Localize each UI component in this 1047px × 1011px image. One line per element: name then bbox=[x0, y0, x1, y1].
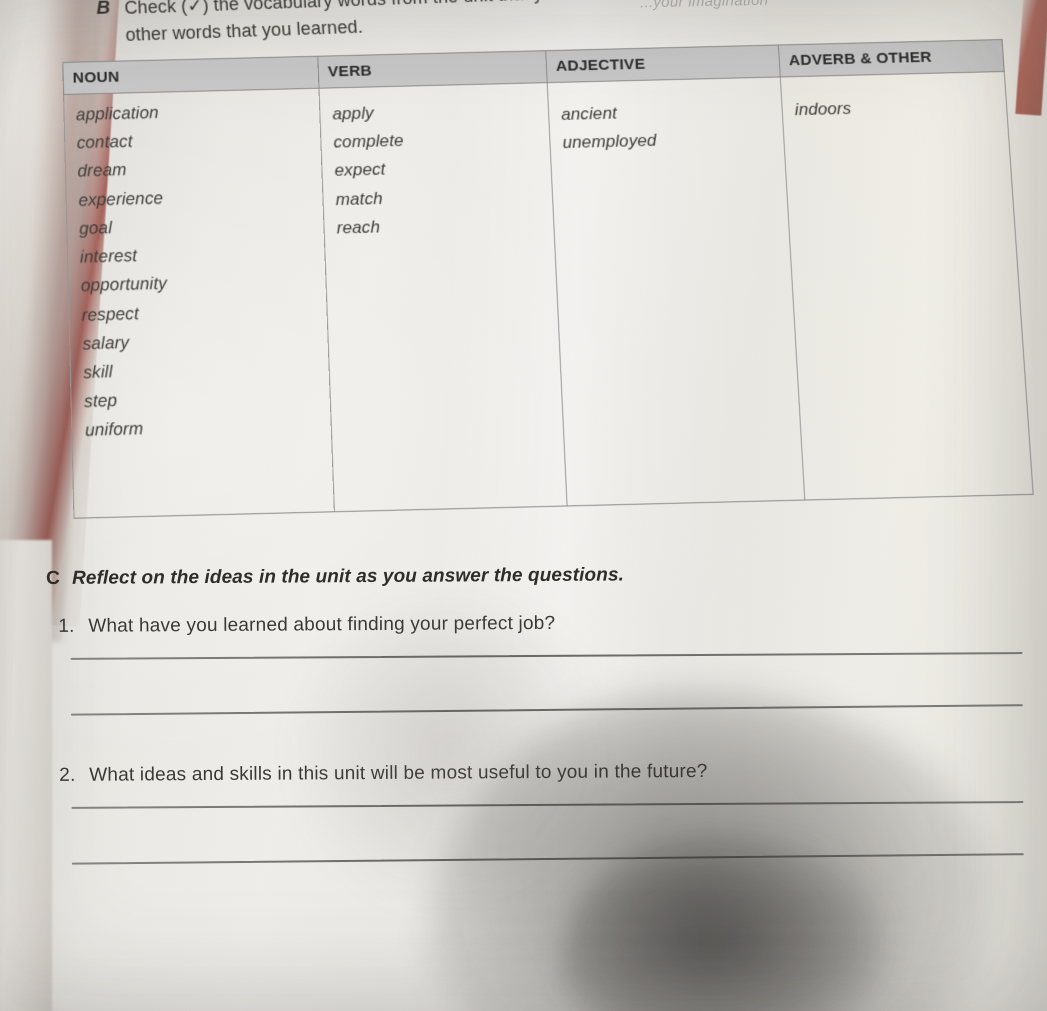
textbook-page-photo: ...your imagination B Check (✓) the voca… bbox=[0, 0, 1047, 1011]
answer-line[interactable] bbox=[70, 703, 1023, 715]
page-content: ...your imagination B Check (✓) the voca… bbox=[0, 0, 1047, 1011]
question-1: 1. What have you learned about finding y… bbox=[46, 610, 1006, 638]
noun-cell[interactable]: application contact dream experience goal int… bbox=[63, 88, 335, 519]
adjective-cell[interactable]: ancient unemployed bbox=[547, 76, 805, 506]
vocabulary-table: NOUN VERB ADJECTIVE ADVERB & OTHER appli… bbox=[62, 39, 1034, 519]
question-1-number: 1. bbox=[58, 615, 75, 637]
vocabulary-word[interactable]: unemployed bbox=[562, 124, 774, 158]
exercise-c-letter: C bbox=[46, 567, 60, 589]
answer-line[interactable] bbox=[71, 801, 1024, 809]
question-1-text: What have you learned about finding your… bbox=[88, 612, 556, 637]
answer-line[interactable] bbox=[71, 852, 1024, 864]
answer-line[interactable] bbox=[70, 652, 1023, 660]
verb-word-list: apply complete expect match reach bbox=[320, 89, 567, 517]
exercise-c: C Reflect on the ideas in the unit as you… bbox=[46, 562, 1024, 914]
vocabulary-word[interactable]: indoors bbox=[794, 91, 997, 124]
noun-word-list: application contact dream experience goal int… bbox=[63, 88, 334, 518]
table-row: application contact dream experience goal int… bbox=[63, 71, 1034, 519]
exercise-c-instructions: Reflect on the ideas in the unit as you … bbox=[71, 564, 625, 589]
adjective-word-list: ancient unemployed bbox=[548, 89, 805, 517]
exercise-c-heading: C Reflect on the ideas in the unit as you… bbox=[46, 562, 1006, 590]
vocabulary-word[interactable]: uniform bbox=[85, 410, 322, 446]
question-2-text: What ideas and skills in this unit will … bbox=[89, 760, 708, 786]
adverb-other-cell[interactable]: indoors bbox=[780, 71, 1034, 501]
question-1-answer-area[interactable] bbox=[47, 652, 1023, 715]
vocabulary-table-container: NOUN VERB ADJECTIVE ADVERB & OTHER appli… bbox=[62, 39, 1034, 550]
vocabulary-word[interactable]: reach bbox=[336, 209, 544, 243]
question-2-number: 2. bbox=[59, 764, 76, 786]
question-2-answer-area[interactable] bbox=[47, 801, 1024, 864]
question-2: 2. What ideas and skills in this unit wi… bbox=[47, 759, 1007, 787]
adverb-other-word-list: indoors bbox=[782, 85, 1034, 513]
verb-cell[interactable]: apply complete expect match reach bbox=[318, 82, 568, 512]
exercise-b-letter: B bbox=[96, 0, 111, 19]
